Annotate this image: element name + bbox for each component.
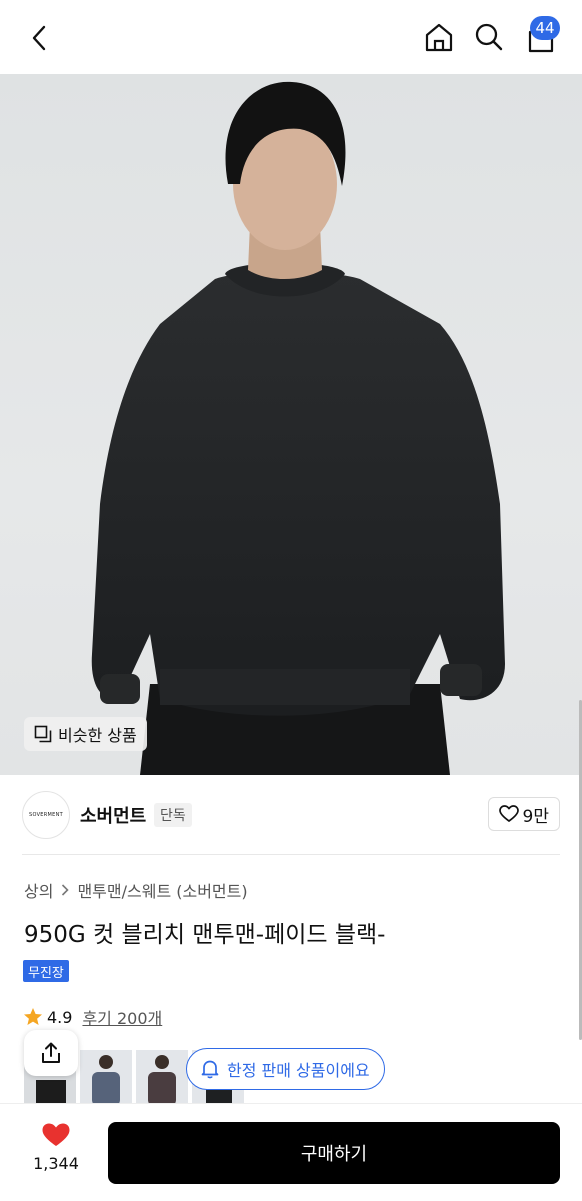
similar-items-icon — [34, 725, 52, 743]
heart-filled-icon — [42, 1123, 70, 1146]
brand-logo-text: SOVERMENT — [28, 812, 64, 818]
rating-score: 4.9 — [47, 1007, 73, 1027]
breadcrumb: 상의 맨투맨/스웨트 (소버먼트) — [24, 878, 248, 902]
brand-logo[interactable]: SOVERMENT — [22, 791, 70, 839]
limited-sale-label: 한정 판매 상품이에요 — [227, 1061, 370, 1080]
back-button[interactable] — [22, 20, 58, 56]
brand-like-button[interactable]: 9만 — [487, 797, 560, 831]
thumbnail[interactable] — [136, 1050, 188, 1106]
brand-row: SOVERMENT 소버먼트 단독 9만 — [0, 775, 582, 855]
limited-sale-notice[interactable]: 한정 판매 상품이에요 — [186, 1048, 385, 1090]
breadcrumb-category[interactable]: 상의 — [24, 878, 53, 902]
brand-like-count: 9만 — [522, 806, 549, 827]
top-header: 44 — [0, 0, 582, 74]
product-main-image[interactable]: 비슷한 상품 — [0, 74, 582, 775]
musinsa-tag: 무진장 — [23, 960, 69, 982]
similar-products-button[interactable]: 비슷한 상품 — [24, 717, 147, 751]
exclusive-badge: 단독 — [154, 803, 192, 827]
heart-outline-icon — [498, 805, 519, 822]
home-button[interactable] — [420, 18, 458, 56]
buy-button[interactable]: 구매하기 — [108, 1122, 560, 1184]
bottom-action-bar: 1,344 구매하기 — [0, 1103, 582, 1201]
product-title: 950G 컷 블리치 맨투맨-페이드 블랙- — [24, 922, 386, 948]
model-photo — [91, 81, 505, 775]
cart-count-badge: 44 — [530, 16, 560, 40]
search-icon — [475, 23, 503, 51]
wishlist-count: 1,344 — [33, 1154, 79, 1173]
star-icon — [24, 1008, 42, 1025]
brand-name-link[interactable]: 소버먼트 — [80, 802, 146, 828]
reviews-link[interactable]: 후기 200개 — [82, 1005, 162, 1029]
rating-row: 4.9 후기 200개 — [23, 1005, 162, 1029]
share-button[interactable] — [24, 1030, 78, 1076]
divider — [22, 854, 560, 855]
breadcrumb-subcategory[interactable]: 맨투맨/스웨트 (소버먼트) — [77, 878, 247, 902]
similar-products-label: 비슷한 상품 — [58, 726, 137, 745]
home-icon — [425, 23, 453, 52]
share-icon — [42, 1042, 60, 1063]
bell-icon — [201, 1060, 219, 1079]
search-button[interactable] — [470, 18, 508, 56]
thumbnail[interactable] — [80, 1050, 132, 1106]
wishlist-button[interactable]: 1,344 — [22, 1122, 90, 1173]
chevron-right-icon — [62, 884, 70, 896]
chevron-left-icon — [32, 25, 46, 51]
